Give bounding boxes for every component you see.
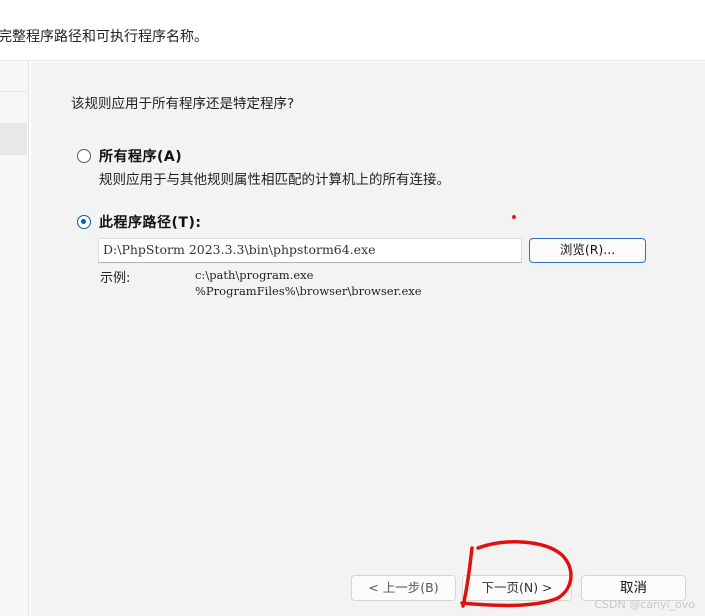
question-text: 该规则应用于所有程序还是特定程序? bbox=[71, 96, 295, 112]
this-program-path-label[interactable]: 此程序路径(T): bbox=[99, 212, 201, 232]
browse-button[interactable]: 浏览(R)... bbox=[529, 238, 646, 263]
example-path-2: %ProgramFiles%\browser\browser.exe bbox=[195, 284, 422, 298]
header-divider bbox=[0, 60, 705, 61]
watermark: CSDN @canyi_ovo bbox=[594, 598, 695, 611]
all-programs-radio[interactable] bbox=[77, 149, 91, 163]
steps-sidebar bbox=[0, 61, 29, 616]
sidebar-step-active[interactable] bbox=[0, 123, 27, 155]
all-programs-description: 规则应用于与其他规则属性相匹配的计算机上的所有连接。 bbox=[99, 172, 450, 188]
all-programs-label[interactable]: 所有程序(A) bbox=[99, 146, 182, 166]
example-label: 示例: bbox=[100, 271, 131, 286]
wizard-content: 该规则应用于所有程序还是特定程序? 所有程序(A) 规则应用于与其他规则属性相匹… bbox=[31, 62, 705, 616]
sidebar-step[interactable] bbox=[0, 61, 27, 92]
program-path-input[interactable]: D:\PhpStorm 2023.3.3\bin\phpstorm64.exe bbox=[98, 238, 522, 263]
next-button[interactable]: 下一页(N) > bbox=[462, 575, 572, 601]
back-button[interactable]: < 上一步(B) bbox=[351, 575, 456, 601]
annotation-dot bbox=[512, 215, 516, 219]
example-path-1: c:\path\program.exe bbox=[195, 268, 314, 282]
wizard-window: 完整程序路径和可执行程序名称。 该规则应用于所有程序还是特定程序? 所有程序(A… bbox=[0, 0, 705, 616]
this-program-path-radio[interactable] bbox=[77, 215, 91, 229]
page-description: 完整程序路径和可执行程序名称。 bbox=[0, 29, 208, 45]
